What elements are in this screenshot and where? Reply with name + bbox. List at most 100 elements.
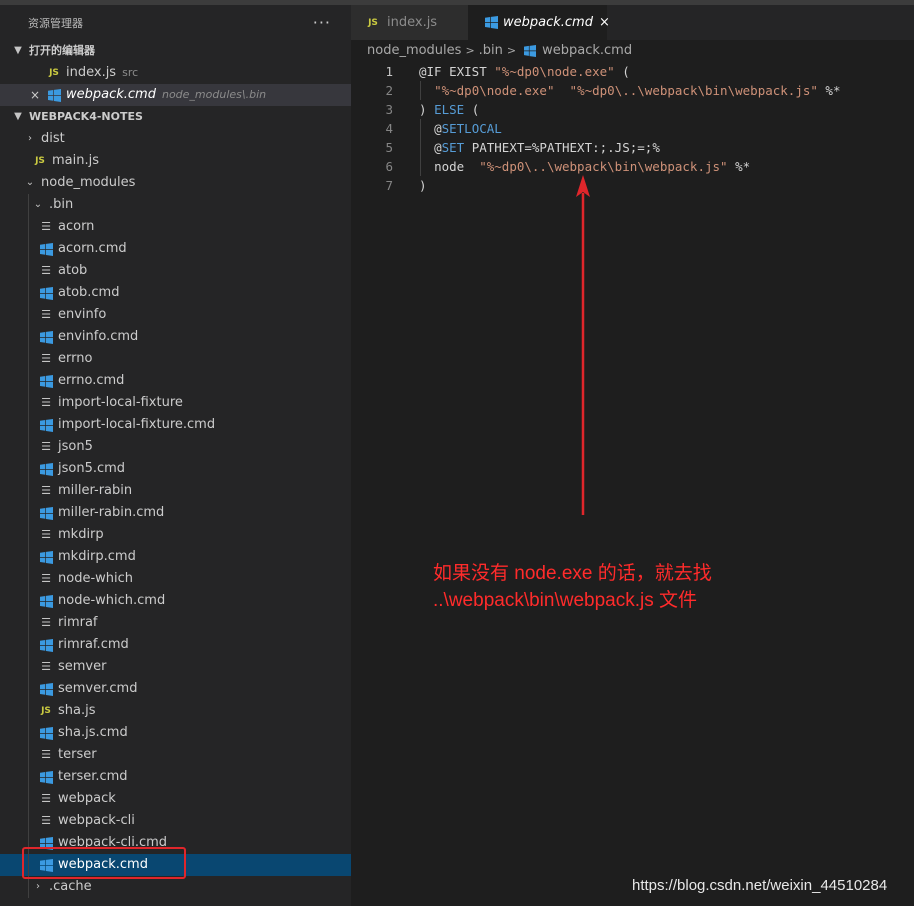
chevron-right-icon: › bbox=[36, 881, 40, 892]
file-name: atob.cmd bbox=[58, 285, 120, 300]
tree-file-terser-cmd[interactable]: terser.cmd bbox=[0, 766, 351, 788]
open-editor-item-index-js[interactable]: JS index.js src bbox=[0, 62, 351, 84]
tree-file-rimraf-cmd[interactable]: rimraf.cmd bbox=[0, 634, 351, 656]
text-file-icon: ☰ bbox=[41, 264, 51, 277]
text-file-icon: ☰ bbox=[41, 484, 51, 497]
tree-file-json5-cmd[interactable]: json5.cmd bbox=[0, 458, 351, 480]
tree-file-webpack-cmd[interactable]: webpack.cmd bbox=[0, 854, 351, 876]
file-name: rimraf bbox=[58, 615, 98, 630]
indent-guide bbox=[28, 678, 29, 700]
windows-file-icon bbox=[38, 286, 54, 300]
tree-file-webpack-cli[interactable]: ☰ webpack-cli bbox=[0, 810, 351, 832]
indent-guide bbox=[28, 744, 29, 766]
tree-file-atob-cmd[interactable]: atob.cmd bbox=[0, 282, 351, 304]
tree-file-sha-js[interactable]: JS sha.js bbox=[0, 700, 351, 722]
tab-index-js[interactable]: JS index.js bbox=[351, 5, 469, 40]
text-file-icon: ☰ bbox=[41, 396, 51, 409]
workspace-section[interactable]: ▼ WEBPACK4-NOTES bbox=[0, 106, 351, 128]
breadcrumb-separator: > bbox=[465, 44, 475, 57]
tree-file-import-local-fixture[interactable]: ☰ import-local-fixture bbox=[0, 392, 351, 414]
file-name: envinfo bbox=[58, 307, 107, 322]
windows-file-icon bbox=[38, 770, 54, 784]
windows-file-icon bbox=[38, 858, 54, 872]
breadcrumb-separator: > bbox=[506, 44, 517, 57]
tab-webpack-cmd[interactable]: webpack.cmd × bbox=[469, 5, 610, 40]
windows-file-icon bbox=[483, 16, 499, 29]
tree-file-sha-js-cmd[interactable]: sha.js.cmd bbox=[0, 722, 351, 744]
tree-file-miller-rabin-cmd[interactable]: miller-rabin.cmd bbox=[0, 502, 351, 524]
code-editor[interactable]: 1 @IF EXIST "%~dp0\node.exe" ( 2 "%~dp0\… bbox=[351, 62, 914, 195]
windows-file-icon bbox=[38, 330, 54, 344]
explorer-title: 资源管理器 bbox=[28, 16, 83, 30]
tree-file-envinfo[interactable]: ☰ envinfo bbox=[0, 304, 351, 326]
tree-file-semver[interactable]: ☰ semver bbox=[0, 656, 351, 678]
tree-file-errno-cmd[interactable]: errno.cmd bbox=[0, 370, 351, 392]
folder-name: node_modules bbox=[41, 175, 136, 190]
tree-file-webpack[interactable]: ☰ webpack bbox=[0, 788, 351, 810]
js-file-icon: JS bbox=[41, 706, 51, 716]
editor-area: JS index.js webpack.cmd × node_modules >… bbox=[351, 5, 914, 906]
line-number: 2 bbox=[385, 83, 393, 98]
tree-file-mkdirp-cmd[interactable]: mkdirp.cmd bbox=[0, 546, 351, 568]
windows-file-icon bbox=[38, 462, 54, 476]
file-name: sha.js.cmd bbox=[58, 725, 128, 740]
tree-file-rimraf[interactable]: ☰ rimraf bbox=[0, 612, 351, 634]
tree-file-webpack-cli-cmd[interactable]: webpack-cli.cmd bbox=[0, 832, 351, 854]
file-name: atob bbox=[58, 263, 88, 278]
tree-file-node-which[interactable]: ☰ node-which bbox=[0, 568, 351, 590]
tree-file-errno[interactable]: ☰ errno bbox=[0, 348, 351, 370]
tree-folder-bin[interactable]: ⌄ .bin bbox=[0, 194, 351, 216]
indent-guide bbox=[28, 854, 29, 876]
tree-file-envinfo-cmd[interactable]: envinfo.cmd bbox=[0, 326, 351, 348]
tree-file-main-js[interactable]: JS main.js bbox=[0, 150, 351, 172]
tree-file-terser[interactable]: ☰ terser bbox=[0, 744, 351, 766]
tree-file-import-local-fixture-cmd[interactable]: import-local-fixture.cmd bbox=[0, 414, 351, 436]
tree-file-atob[interactable]: ☰ atob bbox=[0, 260, 351, 282]
open-editor-item-webpack-cmd[interactable]: × webpack.cmd node_modules\.bin bbox=[0, 84, 351, 106]
file-name: errno.cmd bbox=[58, 373, 125, 388]
js-file-icon: JS bbox=[368, 17, 378, 28]
watermark: https://blog.csdn.net/weixin_44510284 bbox=[632, 877, 888, 894]
file-name: mkdirp bbox=[58, 527, 104, 542]
tree-file-acorn-cmd[interactable]: acorn.cmd bbox=[0, 238, 351, 260]
explorer-header: 资源管理器 ··· bbox=[0, 5, 351, 40]
more-actions-icon[interactable]: ··· bbox=[313, 13, 331, 32]
indent-guide bbox=[28, 260, 29, 282]
tree-folder-node-modules[interactable]: ⌄ node_modules bbox=[0, 172, 351, 194]
tree-file-semver-cmd[interactable]: semver.cmd bbox=[0, 678, 351, 700]
chevron-down-icon: ▼ bbox=[14, 45, 22, 56]
file-name: mkdirp.cmd bbox=[58, 549, 136, 564]
tree-folder-cache[interactable]: › .cache bbox=[0, 876, 351, 898]
tree-file-miller-rabin[interactable]: ☰ miller-rabin bbox=[0, 480, 351, 502]
annotation-text: 如果没有 node.exe 的话，就去找 ..\webpack\bin\webp… bbox=[433, 560, 833, 614]
indent-guide bbox=[28, 304, 29, 326]
chevron-down-icon: ⌄ bbox=[25, 177, 35, 188]
tree-folder-dist[interactable]: › dist bbox=[0, 128, 351, 150]
tree-file-node-which-cmd[interactable]: node-which.cmd bbox=[0, 590, 351, 612]
indent-guide bbox=[28, 414, 29, 436]
breadcrumb-item[interactable]: webpack.cmd bbox=[542, 40, 632, 62]
file-name: errno bbox=[58, 351, 93, 366]
windows-file-icon bbox=[38, 550, 54, 564]
text-file-icon: ☰ bbox=[41, 616, 51, 629]
breadcrumb-item[interactable]: node_modules bbox=[367, 40, 461, 62]
tree-file-mkdirp[interactable]: ☰ mkdirp bbox=[0, 524, 351, 546]
tree-file-json5[interactable]: ☰ json5 bbox=[0, 436, 351, 458]
close-icon[interactable]: × bbox=[599, 15, 610, 30]
code-line: 1 @IF EXIST "%~dp0\node.exe" ( bbox=[351, 62, 914, 81]
file-name: semver.cmd bbox=[58, 681, 138, 696]
indent-guide bbox=[420, 81, 421, 100]
tree-file-acorn[interactable]: ☰ acorn bbox=[0, 216, 351, 238]
indent-guide bbox=[28, 590, 29, 612]
indent-guide bbox=[28, 216, 29, 238]
indent-guide bbox=[28, 722, 29, 744]
close-icon[interactable]: × bbox=[28, 84, 42, 106]
folder-name: .bin bbox=[49, 197, 74, 212]
file-name: import-local-fixture bbox=[58, 395, 183, 410]
breadcrumb-item[interactable]: .bin bbox=[479, 40, 503, 62]
open-editors-section[interactable]: ▼ 打开的编辑器 bbox=[0, 40, 351, 62]
line-number: 7 bbox=[385, 178, 393, 193]
text-file-icon: ☰ bbox=[41, 748, 51, 761]
indent-guide bbox=[28, 238, 29, 260]
file-name: json5.cmd bbox=[58, 461, 126, 476]
